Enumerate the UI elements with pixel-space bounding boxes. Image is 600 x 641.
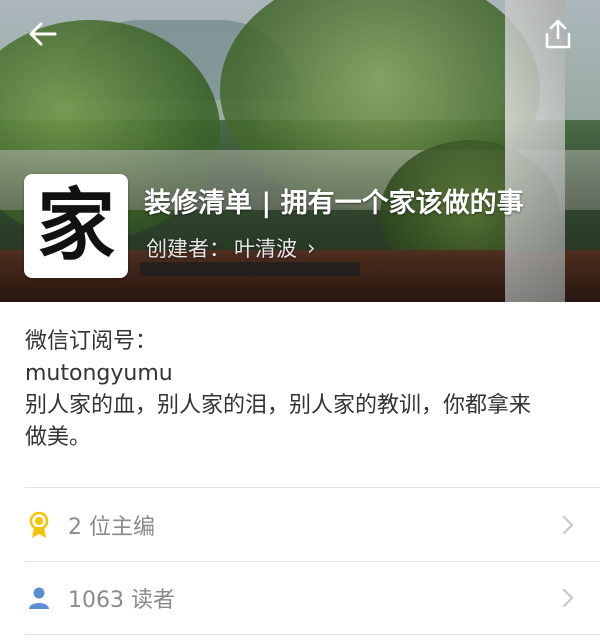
share-icon	[545, 19, 571, 49]
description-line: 别人家的血，别人家的泪，别人家的教训，你都拿来	[25, 393, 532, 418]
editors-count-label: 2 位主编	[68, 515, 155, 540]
user-icon	[26, 585, 52, 611]
collection-title: 装修清单 | 拥有一个家该做的事	[144, 188, 524, 219]
description-line: mutongyumu	[25, 361, 173, 386]
readers-row[interactable]: 1063 读者	[0, 562, 600, 634]
collection-description: 微信订阅号： mutongyumu 别人家的血，别人家的泪，别人家的教训，你都拿…	[25, 326, 580, 454]
chevron-right-icon: ›	[307, 236, 316, 260]
collection-avatar: 家	[24, 174, 128, 278]
back-button[interactable]	[22, 16, 62, 52]
creator-name: 叶清波	[234, 237, 297, 261]
editors-row[interactable]: 2 位主编	[0, 489, 600, 561]
readers-count-label: 1063 读者	[68, 588, 175, 613]
description-line: 做美。	[25, 425, 92, 450]
creator-prefix: 创建者：	[146, 237, 230, 261]
chevron-right-icon	[560, 513, 576, 537]
divider	[25, 634, 600, 635]
back-arrow-icon	[29, 22, 57, 46]
divider	[25, 487, 600, 488]
creator-link[interactable]: 创建者： 叶清波 ›	[146, 233, 315, 263]
description-line: 微信订阅号：	[25, 329, 158, 354]
avatar-character: 家	[36, 180, 115, 271]
share-button[interactable]	[538, 14, 578, 54]
award-icon	[26, 511, 52, 538]
chevron-right-icon	[560, 586, 576, 610]
